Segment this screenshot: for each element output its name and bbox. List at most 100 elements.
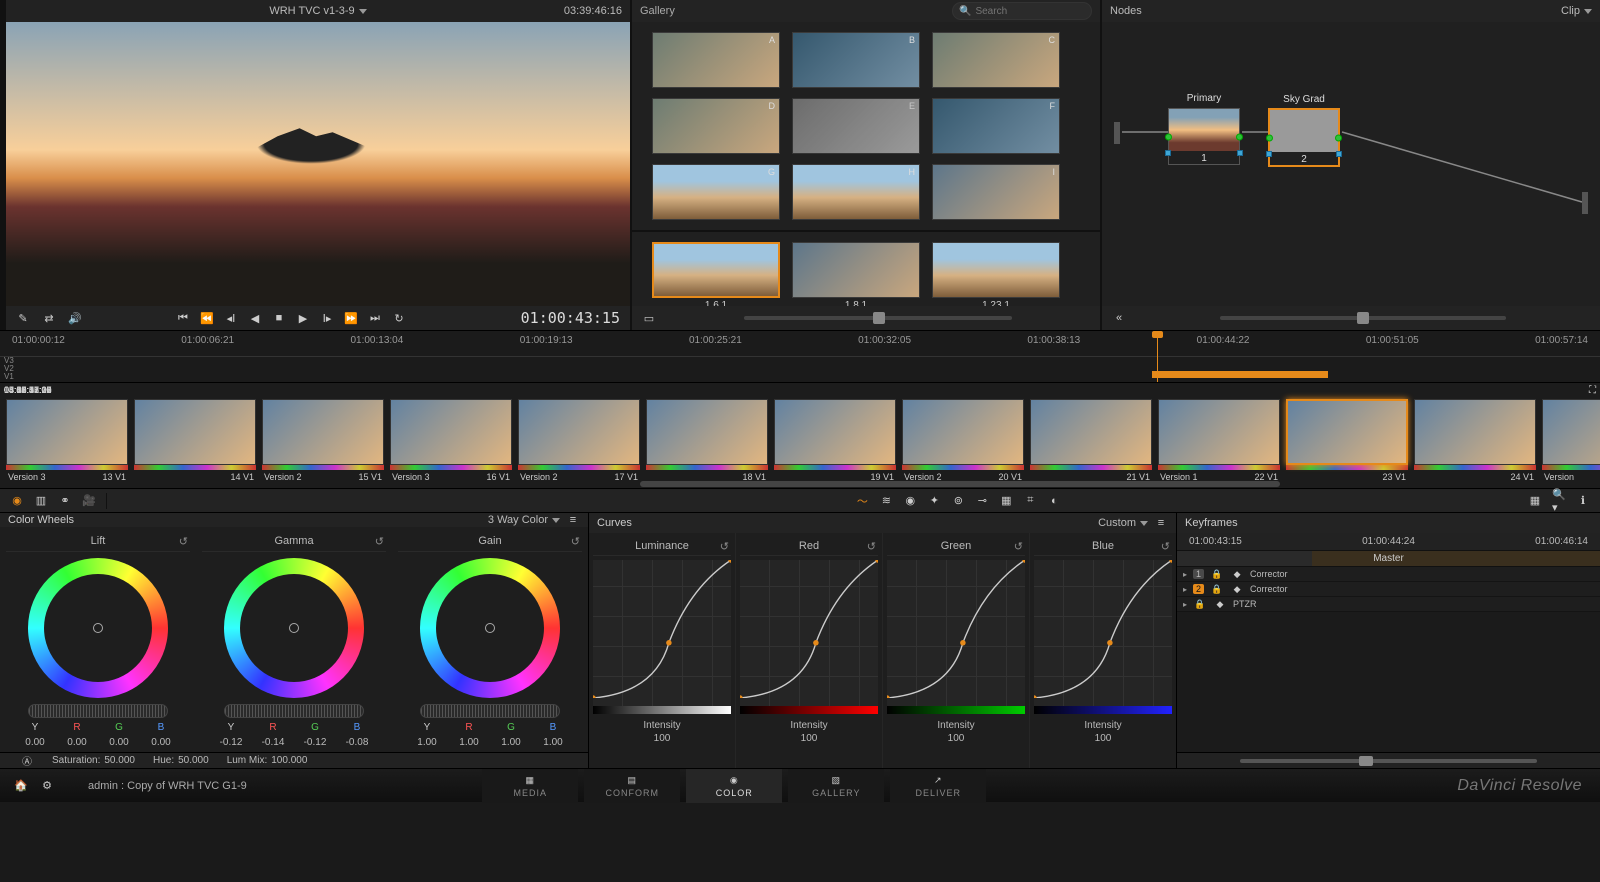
gallery-zoom-slider[interactable] <box>873 312 885 324</box>
color-wheel-lift[interactable] <box>28 558 168 698</box>
reset-icon[interactable]: ↺ <box>720 540 729 553</box>
last-frame-icon[interactable]: ⏭ <box>368 311 382 325</box>
reverse-fast-icon[interactable]: ⏪ <box>200 311 214 325</box>
gallery-still[interactable] <box>652 242 780 298</box>
page-tab-media[interactable]: ▦MEDIA <box>482 769 578 803</box>
gallery-still[interactable] <box>932 242 1060 298</box>
gallery-preset[interactable]: G <box>652 164 780 220</box>
page-tab-gallery[interactable]: ▧GALLERY <box>788 769 884 803</box>
gallery-search[interactable]: 🔍 <box>952 2 1092 20</box>
master-wheel-gain[interactable] <box>420 704 560 718</box>
gallery-preset[interactable]: I <box>932 164 1060 220</box>
clip-thumbnail[interactable]: 03:58:37:09 Version 220 V1 <box>902 383 1024 484</box>
intensity-ramp[interactable] <box>887 706 1025 714</box>
curve-luminance[interactable] <box>593 560 731 706</box>
clips-scrollbar[interactable] <box>640 481 1280 487</box>
primary-bars-icon[interactable]: ▥ <box>34 494 48 508</box>
gallery-still[interactable] <box>792 242 920 298</box>
gallery-preset[interactable]: F <box>932 98 1060 154</box>
wheels-menu-icon[interactable]: ≡ <box>566 513 580 527</box>
gallery-preset[interactable]: B <box>792 32 920 88</box>
kf-track-row[interactable]: ▸ 🔒 ◆ PTZR <box>1177 597 1600 612</box>
intensity-ramp[interactable] <box>1034 706 1172 714</box>
sizing-icon[interactable]: ⌗ <box>1023 494 1037 508</box>
node-sky-grad[interactable]: Sky Grad 2 <box>1268 108 1340 167</box>
camera-raw-icon[interactable]: 🎥 <box>82 494 96 508</box>
loop-icon[interactable]: ↻ <box>392 311 406 325</box>
master-wheel-lift[interactable] <box>28 704 168 718</box>
lock-icon[interactable]: 🔒 <box>1210 582 1224 596</box>
clip-thumbnail[interactable]: 05:25:17:06 Version <box>1542 383 1600 484</box>
saturation-value[interactable]: 50.000 <box>104 755 135 766</box>
clip-thumbnail[interactable]: 04:09:32:06 Version 217 V1 <box>518 383 640 484</box>
clip-thumbnail[interactable]: 04:04:51:17 Version 122 V1 <box>1158 383 1280 484</box>
kf-diamond-icon[interactable]: ◆ <box>1230 582 1244 596</box>
kf-master-track[interactable]: Master <box>1177 551 1600 567</box>
first-frame-icon[interactable]: ⏮ <box>176 311 190 325</box>
gallery-preset[interactable]: C <box>932 32 1060 88</box>
auto-balance-icon[interactable]: Ⓐ <box>20 754 34 768</box>
lock-icon[interactable]: 🔒 <box>1210 567 1224 581</box>
gallery-list-view-icon[interactable]: ▭ <box>642 311 656 325</box>
node-primary[interactable]: Primary 1 <box>1168 108 1240 165</box>
gallery-search-input[interactable] <box>975 6 1085 17</box>
clip-thumbnail[interactable]: 16:11 Version 313 V1 <box>6 383 128 484</box>
viewer-canvas[interactable] <box>6 22 630 306</box>
page-tab-deliver[interactable]: ↗DELIVER <box>890 769 986 803</box>
clip-thumbnail[interactable]: 03:39:46:16 24 V1 <box>1414 383 1536 484</box>
clip-thumbnail[interactable]: 05:18:03:22 14 V1 <box>134 383 256 484</box>
gallery-preset[interactable]: D <box>652 98 780 154</box>
color-wheel-gain[interactable] <box>420 558 560 698</box>
stop-icon[interactable]: ■ <box>272 311 286 325</box>
play-icon[interactable]: ▶ <box>296 311 310 325</box>
info-icon[interactable]: ℹ <box>1576 494 1590 508</box>
disclosure-icon[interactable]: ▸ <box>1183 570 1187 579</box>
timeline-name-dropdown[interactable]: WRH TVC v1-3-9 <box>269 5 366 17</box>
search-tool-icon[interactable]: 🔍▾ <box>1552 494 1566 508</box>
home-icon[interactable]: 🏠 <box>14 779 28 793</box>
gallery-preset[interactable]: E <box>792 98 920 154</box>
disclosure-icon[interactable]: ▸ <box>1183 600 1187 609</box>
play-reverse-icon[interactable]: ◀ <box>248 311 262 325</box>
next-frame-icon[interactable]: Ⅰ▸ <box>320 311 334 325</box>
project-settings-icon[interactable]: ⚙ <box>40 779 54 793</box>
clip-thumbnail[interactable]: 03:39:12:24 18 V1 <box>646 383 768 484</box>
nodes-expand-icon[interactable]: « <box>1112 311 1126 325</box>
blur-icon[interactable]: ⊸ <box>975 494 989 508</box>
nodes-zoom-slider[interactable] <box>1357 312 1369 324</box>
log-wheels-icon[interactable]: ⚭ <box>58 494 72 508</box>
kf-diamond-icon[interactable]: ◆ <box>1230 567 1244 581</box>
custom-curves-icon[interactable]: 〜 <box>855 494 869 508</box>
prev-frame-icon[interactable]: ◂Ⅰ <box>224 311 238 325</box>
grid-view-icon[interactable]: ▦ <box>1528 494 1542 508</box>
kf-zoom-slider[interactable] <box>1240 759 1536 763</box>
wheels-mode-dropdown[interactable]: 3 Way Color <box>488 514 560 526</box>
page-tab-color[interactable]: ◉COLOR <box>686 769 782 803</box>
playhead[interactable] <box>1157 333 1158 382</box>
clip-thumbnail[interactable]: 03:49:52:17 19 V1 <box>774 383 896 484</box>
hue-vs-hue-icon[interactable]: ≋ <box>879 494 893 508</box>
reset-icon[interactable]: ↺ <box>1014 540 1023 553</box>
page-tab-conform[interactable]: ▤CONFORM <box>584 769 680 803</box>
kf-track-row[interactable]: ▸ 2 🔒 ◆ Corrector <box>1177 582 1600 597</box>
image-wipe-icon[interactable]: ✎ <box>16 311 30 325</box>
clip-thumbnail[interactable]: 03:47:41:03 Version 316 V1 <box>390 383 512 484</box>
kf-diamond-icon[interactable]: ◆ <box>1213 597 1227 611</box>
keyframe-area[interactable] <box>1177 612 1600 752</box>
intensity-ramp[interactable] <box>740 706 878 714</box>
kf-track-row[interactable]: ▸ 1 🔒 ◆ Corrector <box>1177 567 1600 582</box>
tracker-icon[interactable]: ⊚ <box>951 494 965 508</box>
gallery-preset[interactable]: A <box>652 32 780 88</box>
reset-icon[interactable]: ↺ <box>867 540 876 553</box>
reset-icon[interactable]: ↺ <box>179 535 188 548</box>
curves-mode-dropdown[interactable]: Custom <box>1098 517 1148 529</box>
clip-thumbnail[interactable]: 04:02:55:10 ⛶ Version 215 V1 <box>262 383 384 484</box>
color-wheels-tab-icon[interactable]: ◉ <box>10 494 24 508</box>
reset-icon[interactable]: ↺ <box>571 535 580 548</box>
key-icon[interactable]: ▦ <box>999 494 1013 508</box>
lock-icon[interactable]: 🔒 <box>1193 597 1207 611</box>
curves-menu-icon[interactable]: ≡ <box>1154 516 1168 530</box>
lum-mix-value[interactable]: 100.000 <box>271 755 307 766</box>
curve-blue[interactable] <box>1034 560 1172 706</box>
qualifier-icon[interactable]: ◉ <box>903 494 917 508</box>
